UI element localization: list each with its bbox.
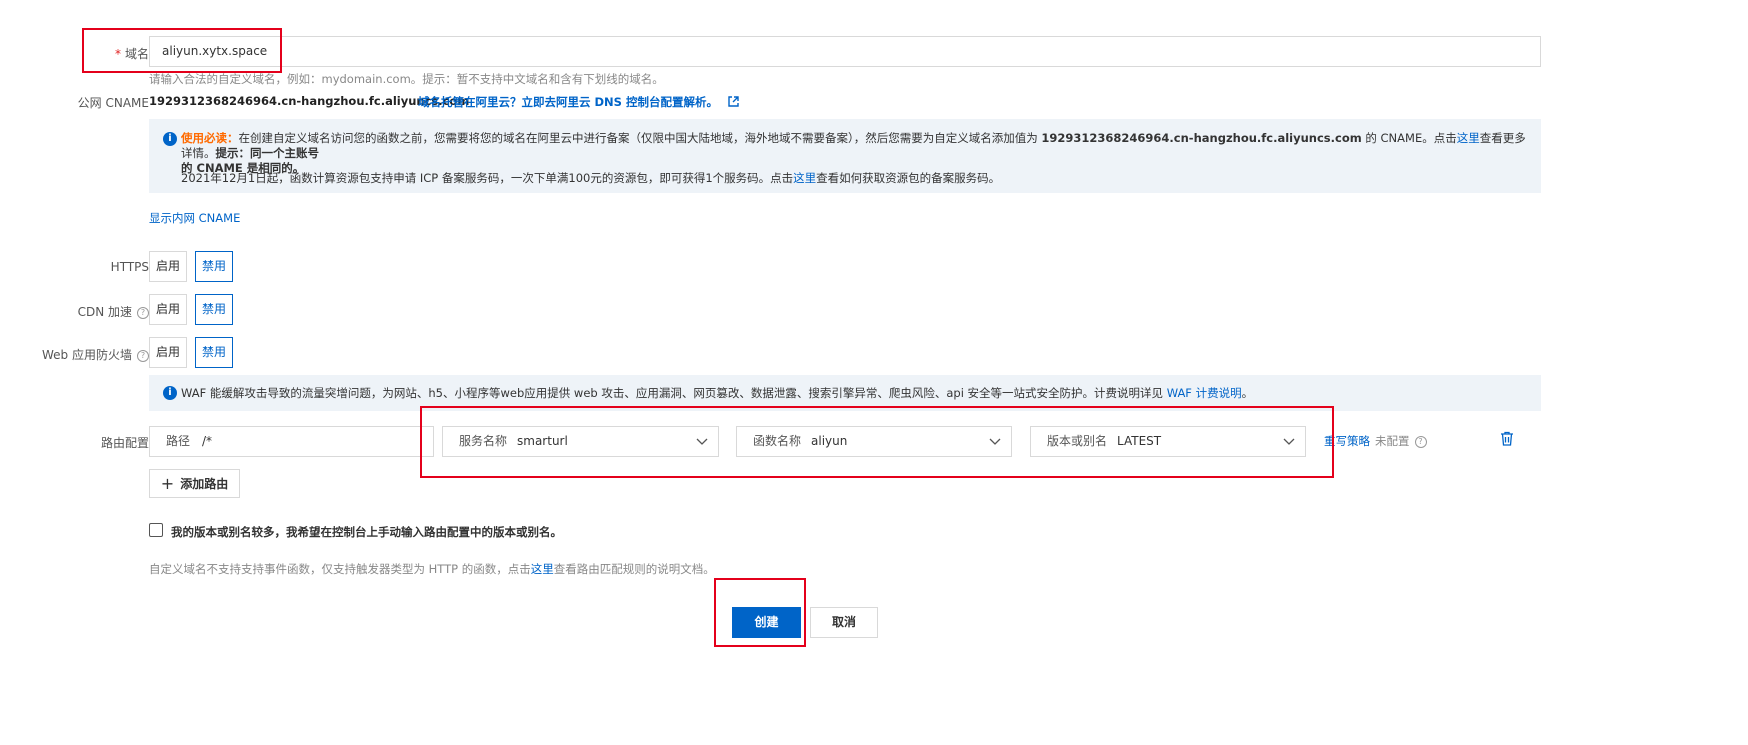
highlight-box-create (714, 578, 806, 647)
https-label: HTTPS (110, 260, 149, 274)
waf-disable-button[interactable]: 禁用 (195, 337, 233, 368)
footer-note: 自定义域名不支持支持事件函数，仅支持触发器类型为 HTTP 的函数，点击这里查看… (149, 562, 715, 576)
info-icon: i (163, 132, 177, 146)
rewrite-status: 未配置? (1375, 433, 1427, 449)
cdn-label: CDN 加速? (78, 303, 149, 320)
domain-input[interactable]: aliyun.xytx.space (149, 36, 1541, 67)
manual-version-checkbox-label: 我的版本或别名较多，我希望在控制台上手动输入路由配置中的版本或别名。 (171, 525, 562, 539)
show-internal-cname-link[interactable]: 显示内网 CNAME (149, 210, 240, 226)
cdn-disable-button[interactable]: 禁用 (195, 294, 233, 325)
help-icon[interactable]: ? (137, 349, 149, 362)
manual-version-checkbox[interactable] (149, 523, 163, 537)
cname-label: 公网 CNAME (77, 96, 149, 110)
highlight-box-route-selects (420, 406, 1334, 478)
help-icon[interactable]: ? (137, 306, 149, 319)
route-path-input[interactable]: 路径/* (149, 426, 434, 457)
https-disable-button[interactable]: 禁用 (195, 251, 233, 282)
resource-pack-text: 2021年12月1日起，函数计算资源包支持申请 ICP 备案服务码，一次下单满1… (181, 171, 1001, 185)
waf-label: Web 应用防火墙? (42, 346, 149, 363)
waf-billing-link[interactable]: WAF 计费说明 (1167, 386, 1242, 400)
usage-notice: i 使用必读：在创建自定义域名访问您的函数之前，您需要将您的域名在阿里云中进行备… (149, 119, 1541, 193)
info-icon: i (163, 386, 177, 400)
cancel-button[interactable]: 取消 (810, 607, 878, 638)
add-route-button[interactable]: + 添加路由 (149, 469, 240, 498)
resource-pack-here-link[interactable]: 这里 (793, 171, 816, 185)
waf-enable-button[interactable]: 启用 (149, 337, 187, 368)
plus-icon: + (160, 474, 175, 493)
domain-help-text: 请输入合法的自定义域名，例如：mydomain.com。提示：暂不支持中文域名和… (149, 72, 664, 86)
dns-console-link[interactable]: 域名托管在阿里云？立即去阿里云 DNS 控制台配置解析。 (418, 94, 739, 110)
waf-notice-text: WAF 能缓解攻击导致的流量突增问题，为网站、h5、小程序等web应用提供 we… (181, 386, 1254, 400)
help-icon[interactable]: ? (1414, 435, 1427, 448)
cdn-enable-button[interactable]: 启用 (149, 294, 187, 325)
trash-icon (1501, 431, 1513, 446)
external-link-icon (728, 95, 739, 110)
highlight-box-domain (82, 28, 282, 73)
delete-route-button[interactable] (1500, 431, 1514, 449)
https-enable-button[interactable]: 启用 (149, 251, 187, 282)
footer-here-link[interactable]: 这里 (531, 562, 554, 576)
route-label: 路由配置 (100, 436, 149, 450)
notice-here-link[interactable]: 这里 (1457, 131, 1480, 145)
